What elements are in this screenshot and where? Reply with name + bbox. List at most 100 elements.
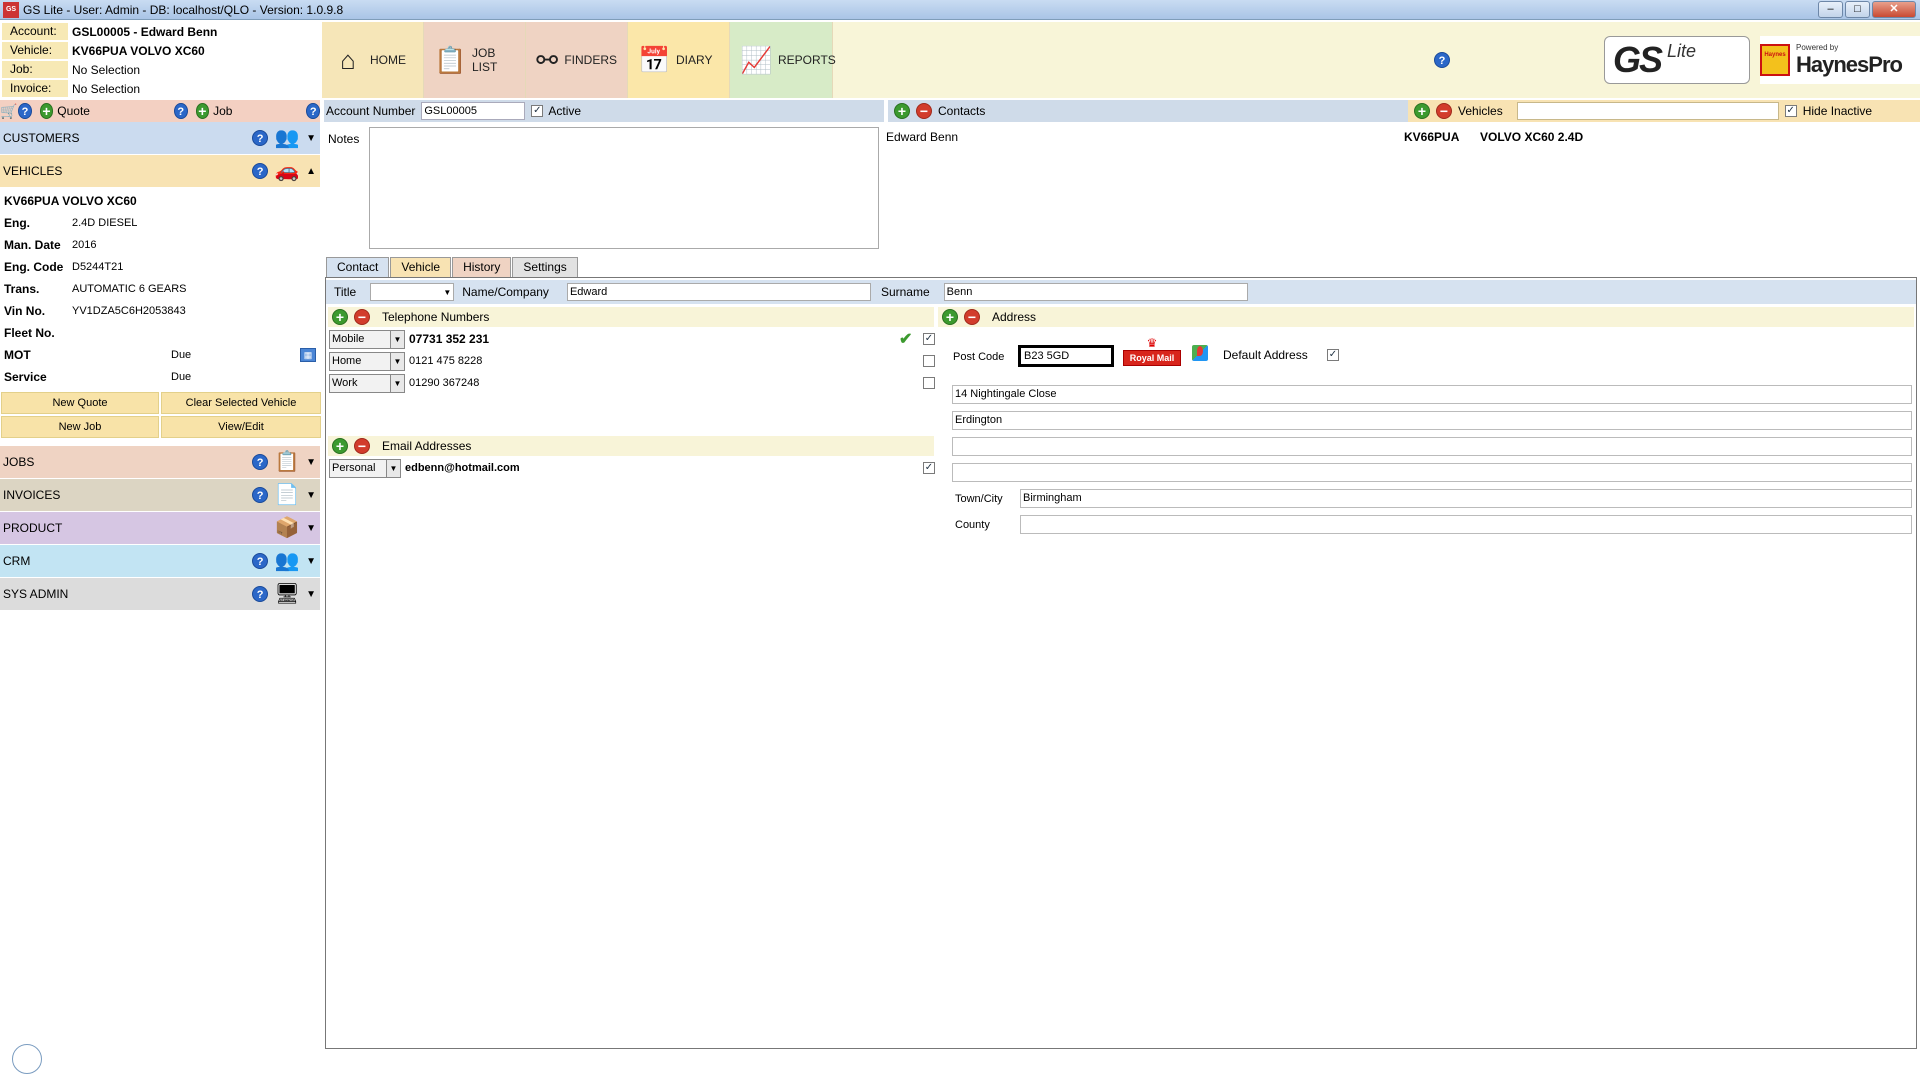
chevron-down-icon[interactable]: ▼ [306, 133, 316, 144]
royal-mail-button[interactable]: ♛ Royal Mail [1123, 336, 1181, 374]
new-quote-button[interactable]: New Quote [1, 392, 159, 414]
add-phone-icon[interactable]: + [332, 309, 348, 325]
remove-vehicle-icon[interactable]: − [1436, 103, 1452, 119]
map-icon[interactable] [1192, 345, 1208, 361]
remove-address-icon[interactable]: − [964, 309, 980, 325]
county-input[interactable] [1020, 515, 1912, 534]
phone-type-select[interactable]: Mobile ▼ [329, 329, 405, 349]
nav-finders[interactable]: ⚯ FINDERS [526, 22, 628, 98]
town-input[interactable]: Birmingham [1020, 489, 1912, 508]
contact-list-item[interactable]: Edward Benn [886, 130, 958, 144]
cart-icon[interactable]: 🛒 [0, 103, 18, 120]
nav-diary[interactable]: 📅 DIARY [628, 22, 730, 98]
phone-number[interactable]: 01290 367248 [409, 377, 479, 389]
help-icon[interactable]: ? [252, 487, 269, 503]
remove-phone-icon[interactable]: − [354, 309, 370, 325]
account-number-input[interactable]: GSL00005 [421, 102, 526, 120]
chevron-down-icon[interactable]: ▼ [306, 490, 316, 501]
add-email-icon[interactable]: + [332, 438, 348, 454]
tab-vehicle[interactable]: Vehicle [390, 257, 452, 277]
vehicle-list-model[interactable]: VOLVO XC60 2.4D [1480, 130, 1583, 144]
nav-job-list[interactable]: 📋 JOB LIST [424, 22, 526, 98]
sidebar-section-product[interactable]: PRODUCT 📦 ▼ [0, 512, 320, 544]
help-icon[interactable]: ? [173, 103, 188, 119]
chevron-up-icon[interactable]: ▲ [306, 166, 316, 177]
sidebar-section-crm[interactable]: CRM ? 👥 ▼ [0, 545, 320, 577]
nav-reports[interactable]: 📈 REPORTS [730, 22, 836, 98]
add-address-icon[interactable]: + [942, 309, 958, 325]
name-input[interactable]: Edward [566, 283, 871, 301]
phone-checkbox[interactable]: ✓ [923, 333, 935, 345]
sidebar-section-sys-admin[interactable]: SYS ADMIN ? 🖥 ▼ [0, 578, 320, 610]
help-icon[interactable]: ? [252, 130, 269, 146]
calendar-icon[interactable]: ▦ [300, 348, 316, 362]
haynes-badge: Haynes [1760, 44, 1790, 76]
phone-checkbox[interactable] [923, 355, 935, 367]
phone-type-select[interactable]: Home ▼ [329, 351, 405, 371]
hide-inactive-checkbox[interactable]: ✓ [1784, 105, 1797, 117]
tab-settings[interactable]: Settings [512, 257, 578, 277]
vehicle-row-man-date: Man. Date 2016 [0, 234, 320, 256]
chart-icon: 📈 [740, 45, 773, 75]
job-label[interactable]: Job [213, 104, 232, 118]
address-line-4[interactable] [952, 463, 1912, 482]
crm-label: CRM [3, 554, 31, 568]
address-line-2[interactable]: Erdington [952, 411, 1912, 430]
add-contact-icon[interactable]: + [894, 103, 910, 119]
start-orb-icon[interactable] [12, 1044, 42, 1074]
phone-number[interactable]: 0121 475 8228 [409, 355, 482, 367]
help-icon[interactable]: ? [306, 103, 321, 119]
add-quote-icon[interactable]: + [39, 103, 54, 119]
email-type-select[interactable]: Personal ▼ [329, 458, 401, 478]
chevron-down-icon[interactable]: ▼ [306, 457, 316, 468]
address-line-3[interactable] [952, 437, 1912, 456]
phone-checkbox[interactable] [923, 377, 935, 389]
new-job-button[interactable]: New Job [1, 416, 159, 438]
nav-home[interactable]: ⌂ HOME [322, 22, 424, 98]
help-icon[interactable]: ? [18, 103, 32, 119]
surname-input[interactable]: Benn [943, 283, 1248, 301]
trans-label: Trans. [4, 282, 40, 296]
nav-job-list-label: JOB LIST [472, 46, 498, 74]
quote-label[interactable]: Quote [57, 104, 90, 118]
help-icon[interactable]: ? [1434, 52, 1450, 68]
clear-selected-vehicle-button[interactable]: Clear Selected Vehicle [161, 392, 321, 414]
close-button[interactable]: ✕ [1872, 1, 1916, 18]
add-vehicle-icon[interactable]: + [1414, 103, 1430, 119]
add-job-icon[interactable]: + [195, 103, 210, 119]
vehicle-list-reg[interactable]: KV66PUA [1404, 130, 1459, 144]
notes-textarea[interactable] [369, 127, 879, 249]
sidebar-section-vehicles[interactable]: VEHICLES ? 🚗 ▲ [0, 155, 320, 187]
tab-contact[interactable]: Contact [326, 257, 390, 277]
sidebar-section-invoices[interactable]: INVOICES ? 📄 ▼ [0, 479, 320, 511]
tab-history[interactable]: History [452, 257, 512, 277]
sidebar-section-customers[interactable]: CUSTOMERS ? 👥 ▼ [0, 122, 320, 154]
minimize-button[interactable]: – [1818, 1, 1843, 18]
active-checkbox[interactable]: ✓ [531, 105, 544, 117]
chevron-down-icon[interactable]: ▼ [306, 556, 316, 567]
maximize-button[interactable]: □ [1845, 1, 1870, 18]
chevron-down-icon[interactable]: ▼ [306, 589, 316, 600]
email-checkbox[interactable]: ✓ [923, 462, 935, 474]
address-line-1[interactable]: 14 Nightingale Close [952, 385, 1912, 404]
default-address-checkbox[interactable]: ✓ [1327, 349, 1339, 361]
postcode-input[interactable]: B23 5GD [1018, 345, 1114, 367]
sidebar-section-jobs[interactable]: JOBS ? 📋 ▼ [0, 446, 320, 478]
help-icon[interactable]: ? [252, 553, 269, 569]
help-icon[interactable]: ? [252, 163, 269, 179]
active-label: Active [548, 104, 582, 118]
phone-number[interactable]: 07731 352 231 [409, 332, 489, 346]
view-edit-button[interactable]: View/Edit [161, 416, 321, 438]
help-icon[interactable]: ? [252, 586, 269, 602]
email-row: Personal ▼ edbenn@hotmail.com ✓ [329, 458, 935, 478]
telephone-label: Telephone Numbers [382, 310, 490, 324]
remove-email-icon[interactable]: − [354, 438, 370, 454]
chevron-down-icon[interactable]: ▼ [306, 523, 316, 534]
remove-contact-icon[interactable]: − [916, 103, 932, 119]
title-select[interactable]: ▼ [370, 283, 455, 301]
phone-type-select[interactable]: Work ▼ [329, 373, 405, 393]
vehicle-search-input[interactable] [1516, 102, 1779, 120]
email-address[interactable]: edbenn@hotmail.com [405, 462, 520, 474]
help-icon[interactable]: ? [252, 454, 269, 470]
invoices-label: INVOICES [3, 488, 61, 502]
